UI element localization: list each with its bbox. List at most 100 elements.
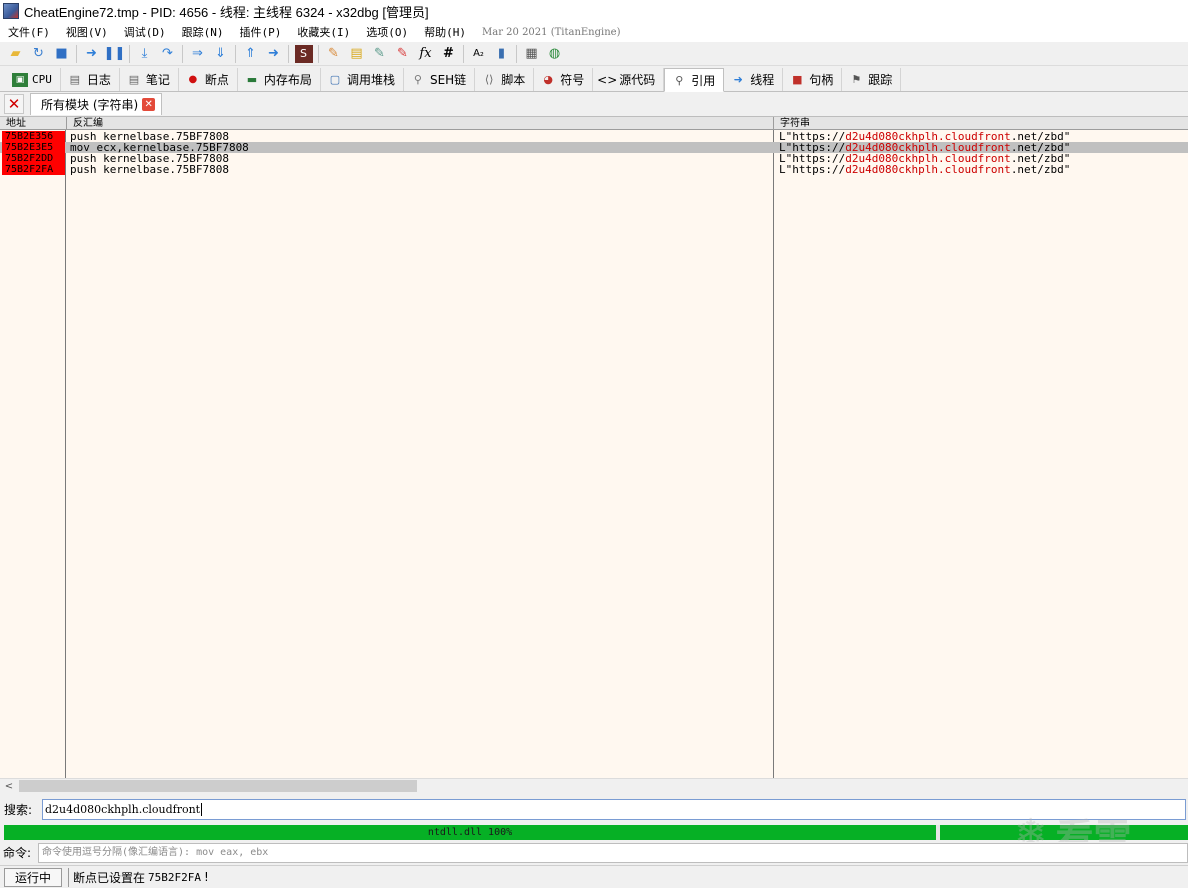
memory-map-icon: ▬: [246, 73, 258, 86]
column-header-address[interactable]: 地址: [0, 117, 66, 130]
progress-fill: ntdll.dll 100%: [4, 825, 936, 840]
tab-references[interactable]: ⚲ 引用: [664, 68, 725, 92]
tab-memory-map[interactable]: ▬ 内存布局: [238, 68, 321, 91]
references-icon: ⚲: [675, 73, 684, 87]
subtab-all-modules-strings[interactable]: 所有模块 (字符串) ✕: [30, 93, 163, 115]
globe-icon[interactable]: ◍: [546, 45, 564, 63]
tab-log[interactable]: ▤ 日志: [61, 68, 120, 91]
menu-options[interactable]: 选项(O): [358, 24, 416, 40]
tab-notes[interactable]: ▤ 笔记: [120, 68, 179, 91]
tab-label: 调用堆栈: [346, 73, 395, 87]
restart-icon[interactable]: ↻: [30, 45, 48, 63]
status-message-address: 75B2F2FA: [148, 870, 201, 884]
tab-trace[interactable]: ⚑ 跟踪: [842, 68, 902, 91]
trace-over-icon[interactable]: ⇓: [212, 45, 230, 63]
tab-source[interactable]: <> 源代码: [593, 68, 665, 91]
close-icon: ✕: [7, 95, 21, 113]
tab-label: 日志: [86, 73, 111, 87]
calls-icon[interactable]: ▮: [493, 45, 511, 63]
step-into-icon[interactable]: ⤓: [136, 45, 154, 63]
row-disassembly: push kernelbase.75BF7808: [70, 163, 229, 176]
status-bar: 运行中 断点已设置在 75B2F2FA !: [0, 865, 1188, 888]
reference-subtab-bar: ✕ 所有模块 (字符串) ✕: [0, 92, 1188, 116]
patch-icon[interactable]: ✎: [325, 45, 343, 63]
log-icon: ▤: [69, 73, 81, 86]
tab-cpu[interactable]: ▣ CPU: [6, 68, 61, 91]
label-icon[interactable]: ✎: [371, 45, 389, 63]
scroll-left-arrow-icon[interactable]: <: [2, 779, 16, 793]
search-input-value: d2u4d080ckhplh.cloudfront: [45, 802, 201, 816]
toolbar-separator: [182, 44, 183, 63]
row-address: 75B2E356: [2, 131, 65, 142]
scrollbar-thumb[interactable]: [19, 780, 417, 792]
tab-threads[interactable]: ➜ 线程: [724, 68, 784, 91]
execute-till-return-icon[interactable]: ⇑: [242, 45, 260, 63]
tab-label: 符号: [560, 73, 585, 87]
step-over-icon[interactable]: ↷: [159, 45, 177, 63]
status-message: 断点已设置在 75B2F2FA !: [68, 867, 209, 887]
text-caret: [201, 802, 203, 816]
tab-symbols[interactable]: ◕ 符号: [534, 68, 594, 91]
tab-seh-chain[interactable]: ⚲ SEH链: [404, 68, 476, 91]
menu-view[interactable]: 视图(V): [58, 24, 116, 40]
breakpoint-icon: ●: [188, 74, 198, 85]
tab-handles[interactable]: ■ 句柄: [783, 68, 843, 91]
toolbar-separator: [318, 44, 319, 63]
calculator-icon[interactable]: ▦: [523, 45, 541, 63]
tab-label: 线程: [750, 73, 775, 87]
symbols-icon: ◕: [543, 73, 553, 86]
table-header: 地址 反汇编 字符串: [0, 117, 1188, 130]
references-table[interactable]: 地址 反汇编 字符串 75B2E356 push kernelbase.75BF…: [0, 116, 1188, 778]
view-tab-bar: ▣ CPU ▤ 日志 ▤ 笔记 ● 断点 ▬ 内存布局 ▢ 调用堆栈 ⚲ SEH…: [0, 67, 1188, 92]
menu-trace[interactable]: 跟踪(N): [174, 24, 232, 40]
row-address: 75B2E3E5: [2, 142, 65, 153]
run-to-user-code-icon[interactable]: ➜: [265, 45, 283, 63]
hash-icon[interactable]: #: [440, 45, 458, 63]
module-load-progress-bar: ntdll.dll 100%: [4, 825, 1188, 840]
menu-help[interactable]: 帮助(H): [416, 24, 474, 40]
handles-icon: ■: [792, 73, 803, 86]
tab-label: 断点: [204, 73, 229, 87]
menu-plugins[interactable]: 插件(P): [232, 24, 290, 40]
tab-label: SEH链: [429, 73, 467, 87]
row-address: 75B2F2FA: [2, 164, 65, 175]
x32dbg-app-icon: [3, 3, 19, 19]
menu-debug[interactable]: 调试(D): [116, 24, 174, 40]
close-all-tabs-button[interactable]: ✕: [4, 94, 24, 114]
tab-label: 句柄: [809, 73, 834, 87]
seh-chain-icon: ⚲: [413, 73, 422, 86]
comment-icon[interactable]: ▤: [348, 45, 366, 63]
close-icon[interactable]: ✕: [142, 98, 156, 111]
search-bar: 搜索: d2u4d080ckhplh.cloudfront: [0, 797, 1188, 821]
bookmark-icon[interactable]: ✎: [394, 45, 412, 63]
toolbar-separator: [235, 44, 236, 63]
trace-into-icon[interactable]: ⇒: [189, 45, 207, 63]
tab-label: 跟踪: [868, 73, 893, 87]
script-icon: ⟨⟩: [484, 73, 494, 86]
command-label: 命令:: [3, 846, 32, 860]
subtab-label: 所有模块 (字符串): [41, 98, 139, 112]
strings-icon[interactable]: A₂: [470, 45, 488, 63]
run-icon[interactable]: ➜: [83, 45, 101, 63]
stop-icon[interactable]: ■: [53, 45, 71, 63]
tab-label: CPU: [32, 73, 52, 86]
open-icon[interactable]: ▰: [7, 45, 25, 63]
toolbar-separator: [76, 44, 77, 63]
pause-icon[interactable]: ❚❚: [104, 45, 126, 63]
tab-breakpoints[interactable]: ● 断点: [179, 68, 238, 91]
toolbar-separator: [288, 44, 289, 63]
table-row[interactable]: 75B2F2FA push kernelbase.75BF7808 L"http…: [0, 164, 1188, 175]
threads-icon: ➜: [733, 73, 743, 86]
debugger-state-badge: 运行中: [4, 867, 62, 887]
function-icon[interactable]: fx: [417, 45, 435, 63]
menu-favourites[interactable]: 收藏夹(I): [289, 24, 358, 40]
tab-label: 笔记: [145, 73, 170, 87]
horizontal-scrollbar[interactable]: <: [0, 778, 1188, 792]
command-input[interactable]: 命令使用逗号分隔(像汇编语言): mov eax, ebx: [38, 842, 1188, 863]
column-header-disassembly[interactable]: 反汇编: [66, 117, 773, 130]
tab-call-stack[interactable]: ▢ 调用堆栈: [321, 68, 404, 91]
scylla-icon[interactable]: S: [294, 44, 313, 63]
column-header-string[interactable]: 字符串: [773, 117, 1188, 130]
tab-script[interactable]: ⟨⟩ 脚本: [475, 68, 535, 91]
menu-file[interactable]: 文件(F): [0, 24, 58, 40]
